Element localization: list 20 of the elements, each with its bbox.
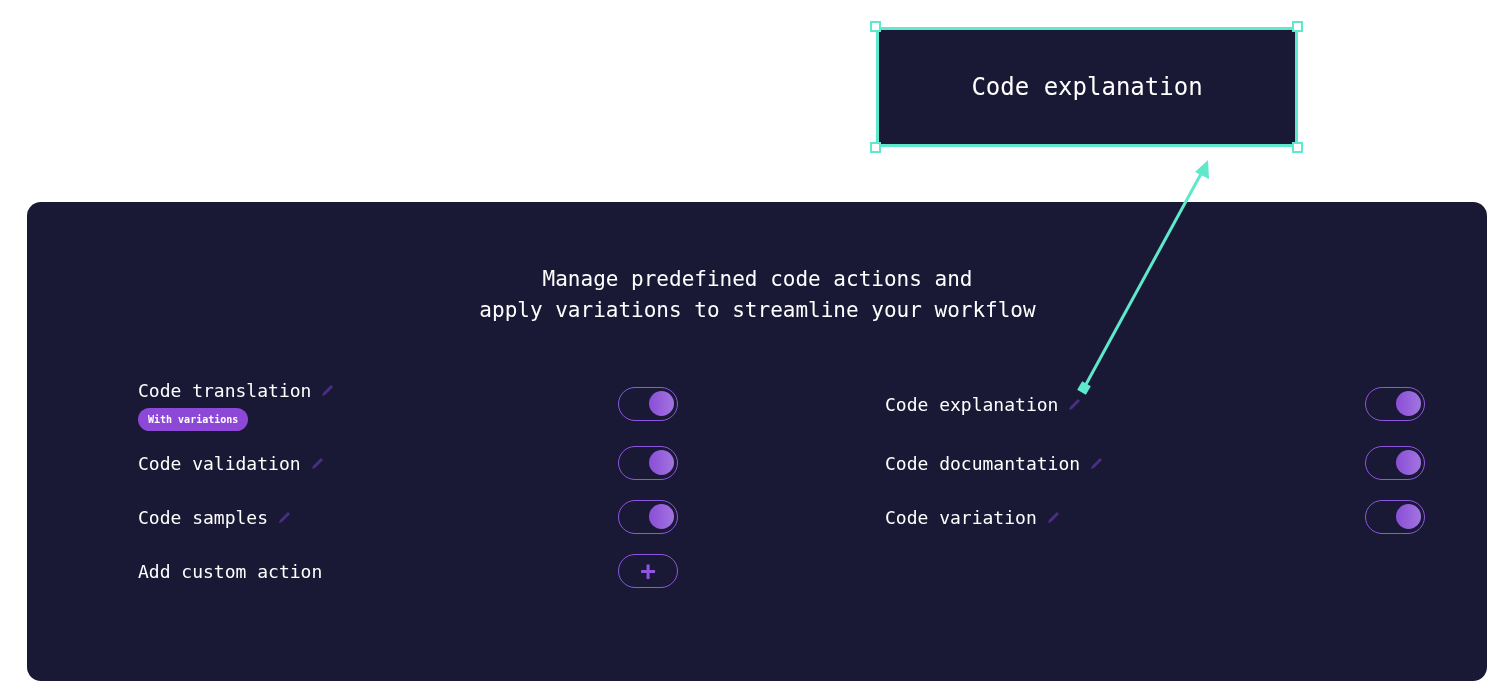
- variations-tag: With variations: [138, 408, 249, 431]
- action-label: Code samples: [138, 505, 269, 530]
- resize-handle[interactable]: [870, 142, 881, 153]
- resize-handle[interactable]: [1292, 142, 1303, 153]
- pencil-icon[interactable]: [321, 384, 335, 397]
- action-label: Add custom action: [138, 559, 323, 584]
- resize-handle[interactable]: [1292, 21, 1303, 32]
- action-label: Code explanation: [885, 392, 1059, 417]
- pencil-icon[interactable]: [1090, 456, 1104, 470]
- action-label: Code validation: [138, 451, 301, 476]
- panel-heading: Manage predefined code actions and apply variations to streamline your workflow: [478, 266, 1037, 324]
- pencil-icon[interactable]: [310, 456, 324, 470]
- action-label: Code translation: [138, 379, 312, 403]
- callout-box[interactable]: Code explanation: [876, 27, 1298, 147]
- resize-handle[interactable]: [870, 21, 881, 32]
- action-label: Code variation: [885, 505, 1037, 530]
- pencil-icon[interactable]: [1068, 397, 1082, 411]
- action-label: Code documantation: [885, 451, 1081, 476]
- pencil-icon[interactable]: [1046, 510, 1060, 524]
- pencil-icon[interactable]: [278, 510, 292, 524]
